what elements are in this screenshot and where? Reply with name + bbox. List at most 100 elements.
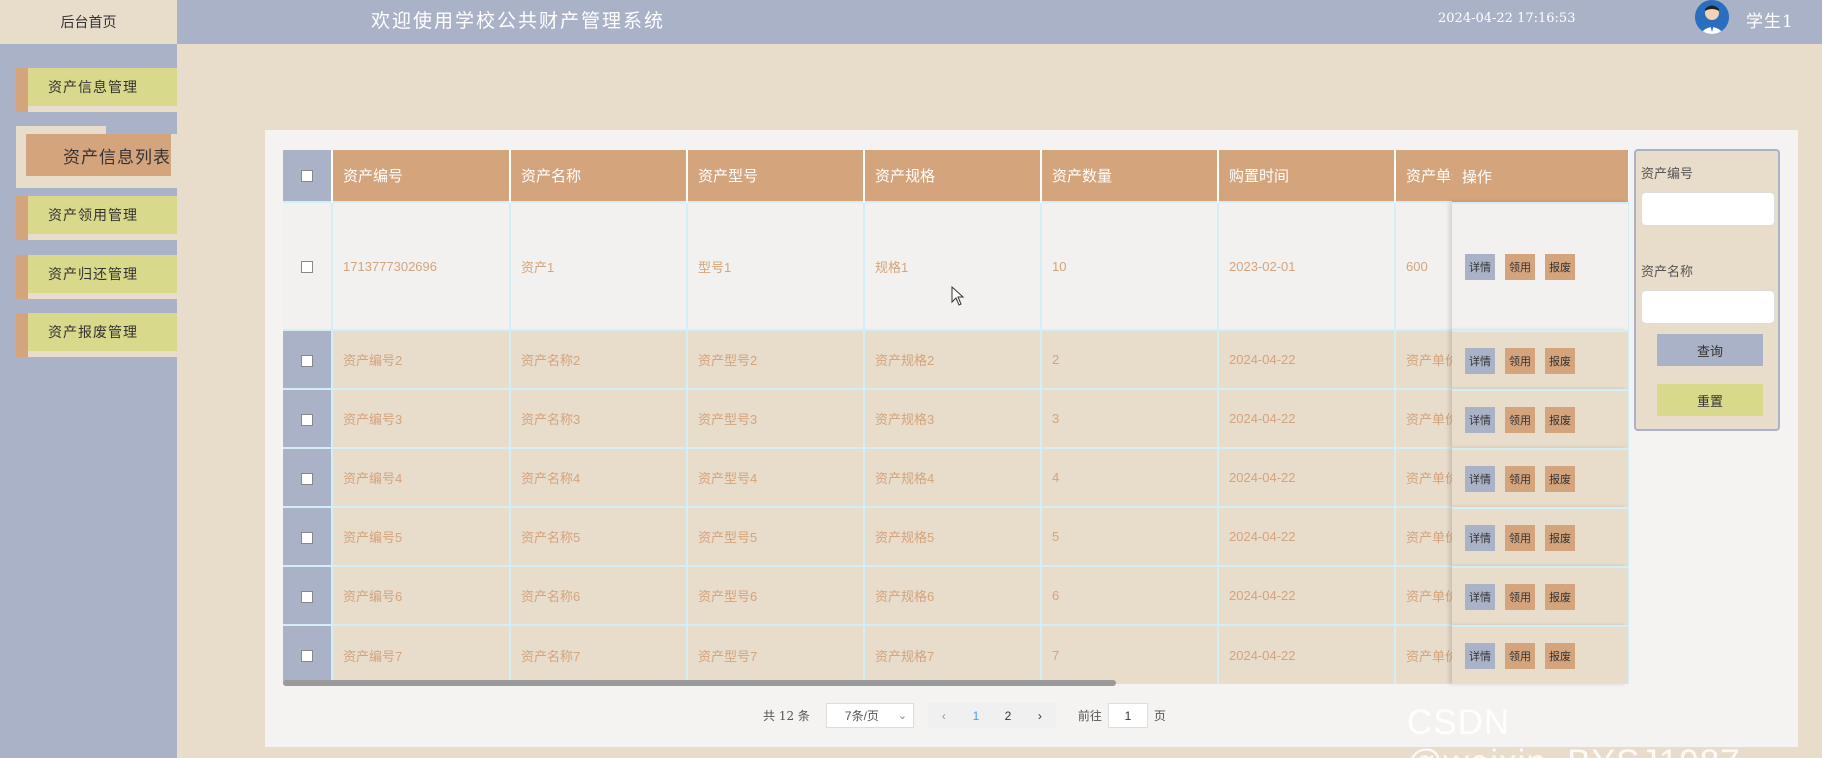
take-button[interactable]: 领用 bbox=[1505, 254, 1535, 280]
row-checkbox[interactable] bbox=[301, 650, 313, 663]
table-cell: 资产编号6 bbox=[332, 565, 511, 625]
operations-column: 操作 详情 领用 报废 详情 领用 报废 详情 领用 报废 详情 领用 报废 详情 领用 报废 详情 领用 报废详… bbox=[1452, 150, 1628, 684]
asset-name-label: 资产名称 bbox=[1641, 265, 1694, 280]
scrap-button[interactable]: 报废 bbox=[1545, 254, 1575, 280]
row-checkbox[interactable] bbox=[301, 354, 313, 367]
take-button[interactable]: 领用 bbox=[1505, 347, 1535, 374]
scrap-button[interactable]: 报废 bbox=[1545, 583, 1575, 610]
menu-edge bbox=[28, 293, 177, 299]
sidebar-subitem-label: 资产信息列表 bbox=[26, 134, 171, 176]
table-cell: 2024-04-22 bbox=[1218, 506, 1396, 566]
row-select-cell bbox=[283, 447, 333, 507]
row-checkbox[interactable] bbox=[301, 413, 313, 426]
sidebar-item-asset-take[interactable]: 资产领用管理 bbox=[16, 196, 177, 240]
reset-button[interactable]: 重置 bbox=[1657, 384, 1763, 416]
take-button[interactable]: 领用 bbox=[1505, 583, 1535, 610]
home-link[interactable]: 后台首页 bbox=[0, 0, 177, 44]
scrap-button[interactable]: 报废 bbox=[1545, 406, 1575, 433]
sidebar-item-asset-info[interactable]: 资产信息管理 bbox=[16, 68, 177, 112]
take-button[interactable]: 领用 bbox=[1505, 465, 1535, 492]
scrap-button[interactable]: 报废 bbox=[1545, 642, 1575, 669]
row-checkbox[interactable] bbox=[301, 590, 313, 603]
scrap-button[interactable]: 报废 bbox=[1545, 347, 1575, 374]
table-cell: 资产名称3 bbox=[510, 388, 688, 448]
table-row[interactable]: 资产编号7 资产名称7 资产型号7 资产规格7 7 2024-04-22 资产单价 bbox=[283, 624, 1629, 684]
detail-button[interactable]: 详情 bbox=[1465, 524, 1495, 551]
detail-button[interactable]: 详情 bbox=[1465, 642, 1495, 669]
take-button[interactable]: 领用 bbox=[1505, 642, 1535, 669]
table-cell: 4 bbox=[1041, 447, 1219, 507]
scrap-button[interactable]: 报废 bbox=[1545, 465, 1575, 492]
row-checkbox[interactable] bbox=[301, 531, 313, 544]
menu-tab bbox=[16, 196, 28, 240]
column-header[interactable]: 购置时间 bbox=[1218, 150, 1396, 202]
table-cell: 2024-04-22 bbox=[1218, 624, 1396, 684]
table-cell: 资产编号7 bbox=[332, 624, 511, 684]
chevron-left-icon: ‹ bbox=[941, 708, 946, 723]
detail-button[interactable]: 详情 bbox=[1465, 254, 1495, 280]
column-header[interactable]: 资产编号 bbox=[332, 150, 511, 202]
next-page-button[interactable]: › bbox=[1023, 703, 1056, 728]
sidebar-subitem-asset-list[interactable]: 资产信息列表 bbox=[16, 126, 177, 188]
avatar[interactable] bbox=[1695, 0, 1729, 34]
asset-table: 资产编号 资产名称 资产型号 资产规格 资产数量 购置时间 资产单价 17137… bbox=[283, 150, 1629, 684]
column-header[interactable]: 资产数量 bbox=[1041, 150, 1219, 202]
table-row[interactable]: 资产编号4 资产名称4 资产型号4 资产规格4 4 2024-04-22 资产单价 bbox=[283, 447, 1629, 507]
sidebar-item-asset-scrap[interactable]: 资产报废管理 bbox=[16, 313, 177, 357]
prev-page-button[interactable]: ‹ bbox=[927, 703, 960, 728]
table-cell: 型号1 bbox=[687, 201, 865, 330]
row-select-cell bbox=[283, 506, 333, 566]
detail-button[interactable]: 详情 bbox=[1465, 465, 1495, 492]
take-button[interactable]: 领用 bbox=[1505, 524, 1535, 551]
asset-id-label: 资产编号 bbox=[1641, 167, 1694, 182]
column-header[interactable]: 资产规格 bbox=[864, 150, 1042, 202]
app-title: 欢迎使用学校公共财产管理系统 bbox=[371, 10, 666, 32]
table-header-row: 资产编号 资产名称 资产型号 资产规格 资产数量 购置时间 资产单价 bbox=[283, 150, 1629, 202]
goto-page-input[interactable]: 1 bbox=[1107, 703, 1148, 728]
table-row[interactable]: 1713777302696 资产1 型号1 规格1 10 2023-02-01 600 bbox=[283, 201, 1629, 330]
table-cell: 资产名称6 bbox=[510, 565, 688, 625]
detail-button[interactable]: 详情 bbox=[1465, 406, 1495, 433]
page-number-1[interactable]: 1 bbox=[959, 703, 992, 728]
table-cell: 2024-04-22 bbox=[1218, 388, 1396, 448]
row-select-cell bbox=[283, 201, 333, 330]
sidebar-item-label: 资产信息管理 bbox=[28, 68, 177, 106]
sidebar-item-label: 资产报废管理 bbox=[28, 313, 177, 351]
column-header[interactable]: 资产型号 bbox=[687, 150, 865, 202]
query-button[interactable]: 查询 bbox=[1657, 334, 1763, 366]
row-checkbox[interactable] bbox=[301, 472, 313, 485]
column-header[interactable]: 资产名称 bbox=[510, 150, 688, 202]
asset-id-input[interactable] bbox=[1641, 192, 1775, 226]
table-row[interactable]: 资产编号6 资产名称6 资产型号6 资产规格6 6 2024-04-22 资产单价 bbox=[283, 565, 1629, 625]
operations-cell: 详情 领用 报废 bbox=[1452, 202, 1628, 330]
table-row[interactable]: 资产编号5 资产名称5 资产型号5 资产规格5 5 2024-04-22 资产单价 bbox=[283, 506, 1629, 566]
detail-button[interactable]: 详情 bbox=[1465, 347, 1495, 374]
table-cell: 资产规格4 bbox=[864, 447, 1042, 507]
horizontal-scrollbar[interactable] bbox=[283, 680, 1116, 686]
take-button[interactable]: 领用 bbox=[1505, 406, 1535, 433]
page-number-2[interactable]: 2 bbox=[991, 703, 1024, 728]
menu-tab bbox=[16, 68, 28, 112]
row-checkbox[interactable] bbox=[301, 261, 313, 274]
asset-name-input[interactable] bbox=[1641, 290, 1775, 324]
table-cell: 资产规格2 bbox=[864, 329, 1042, 389]
table-cell: 2023-02-01 bbox=[1218, 201, 1396, 330]
operations-cell: 详情 领用 报废 bbox=[1452, 389, 1628, 448]
scrap-button[interactable]: 报废 bbox=[1545, 524, 1575, 551]
user-avatar-icon bbox=[1695, 0, 1729, 34]
table-cell: 资产型号6 bbox=[687, 565, 865, 625]
table-cell: 资产型号5 bbox=[687, 506, 865, 566]
table-row[interactable]: 资产编号3 资产名称3 资产型号3 资产规格3 3 2024-04-22 资产单价 bbox=[283, 388, 1629, 448]
select-all-checkbox[interactable] bbox=[301, 170, 313, 183]
top-header: 后台首页 欢迎使用学校公共财产管理系统 2024-04-22 17:16:53 … bbox=[0, 0, 1822, 44]
detail-button[interactable]: 详情 bbox=[1465, 583, 1495, 610]
sidebar-item-asset-return[interactable]: 资产归还管理 bbox=[16, 255, 177, 299]
username[interactable]: 学生1 bbox=[1746, 7, 1794, 32]
table-row[interactable]: 资产编号2 资产名称2 资产型号2 资产规格2 2 2024-04-22 资产单价 bbox=[283, 329, 1629, 389]
table-cell: 7 bbox=[1041, 624, 1219, 684]
table-cell: 5 bbox=[1041, 506, 1219, 566]
datetime: 2024-04-22 17:16:53 bbox=[1438, 11, 1576, 26]
menu-edge bbox=[28, 106, 177, 112]
page-size-select[interactable]: 7条/页 ⌄ bbox=[825, 703, 914, 728]
chevron-down-icon: ⌄ bbox=[897, 710, 907, 722]
